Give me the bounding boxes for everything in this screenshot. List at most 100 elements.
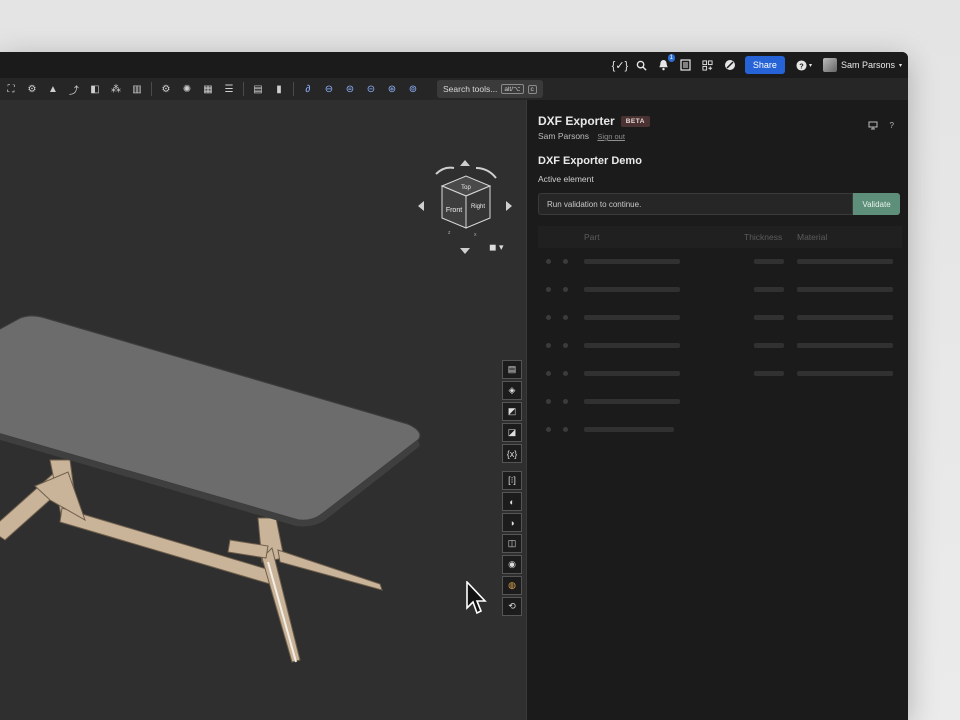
material-icon[interactable]: ◍ [502, 576, 522, 595]
row-checkbox[interactable] [546, 371, 551, 376]
bell-icon[interactable]: 1 [657, 54, 675, 72]
top-bar: {✓} 1 Share ? ▾ Sam Parsons ▾ [0, 52, 908, 78]
row-part-placeholder [584, 287, 680, 292]
user-menu[interactable]: Sam Parsons ▾ [822, 58, 902, 72]
sign-out-link[interactable]: Sign out [597, 132, 625, 141]
row-thickness-placeholder [754, 259, 784, 264]
row-visibility-icon[interactable] [563, 427, 568, 432]
script-icon[interactable]: [⁝] [502, 471, 522, 490]
eraser-icon[interactable]: ◪ [502, 423, 522, 442]
shell-tool-icon[interactable]: ⊝ [364, 82, 378, 96]
surface-tool-icon[interactable]: ⊖ [322, 82, 336, 96]
search-icon[interactable] [635, 58, 649, 72]
toolbar-divider [151, 82, 152, 96]
row-thickness-placeholder [754, 287, 784, 292]
axis-z-label: z [448, 230, 451, 236]
row-checkbox[interactable] [546, 315, 551, 320]
sync-icon[interactable]: ⟲ [502, 597, 522, 616]
gear-tool-icon[interactable]: ⚙ [25, 82, 39, 96]
share-button[interactable]: Share [744, 56, 785, 74]
row-thickness-placeholder [754, 371, 784, 376]
row-visibility-icon[interactable] [563, 287, 568, 292]
variable-icon[interactable]: {x} [502, 444, 522, 463]
sheet-tool-icon[interactable]: ▤ [251, 82, 265, 96]
monitor-icon[interactable] [868, 121, 878, 132]
table-row[interactable] [538, 416, 902, 444]
document-icon[interactable] [679, 58, 693, 72]
panel-user-name: Sam Parsons [538, 131, 590, 141]
fillet-tool-icon[interactable]: ⊛ [385, 82, 399, 96]
row-part-placeholder [584, 259, 680, 264]
shading-icon[interactable]: ◉ [502, 555, 522, 574]
cube-top-label: Top [461, 185, 471, 191]
globe-icon[interactable] [723, 58, 737, 72]
row-visibility-icon[interactable] [563, 259, 568, 264]
table-row[interactable] [538, 388, 902, 416]
row-checkbox[interactable] [546, 427, 551, 432]
appearance-icon[interactable]: ◈ [502, 381, 522, 400]
toolbar-divider [293, 82, 294, 96]
panel-header: DXF Exporter BETA [538, 114, 650, 128]
row-material-placeholder [797, 287, 893, 292]
validate-button[interactable]: Validate [853, 193, 900, 215]
row-checkbox[interactable] [546, 287, 551, 292]
view-cube[interactable]: Top Front Right z x [414, 156, 524, 261]
settings-tool-icon[interactable]: ⚙ [159, 82, 173, 96]
apps-icon[interactable] [701, 58, 715, 72]
select-tool-icon[interactable]: ⛶ [4, 82, 18, 96]
row-thickness-placeholder [754, 315, 784, 320]
cube-front-label: Front [446, 207, 462, 214]
row-visibility-icon[interactable] [563, 371, 568, 376]
view-options-dropdown[interactable]: ◼ ▾ [489, 242, 504, 253]
row-checkbox[interactable] [546, 343, 551, 348]
row-part-placeholder [584, 343, 680, 348]
search-tools-label: Search tools... [443, 84, 498, 94]
loft-tool-icon[interactable]: ⊜ [343, 82, 357, 96]
render-icon[interactable]: ◑ [502, 513, 522, 532]
help-icon[interactable]: ? ▾ [793, 58, 815, 72]
3d-viewport[interactable]: Top Front Right z x ◼ ▾ ▤ ◈ ◩ ◪ {x} [⁝] … [0, 100, 526, 720]
row-material-placeholder [797, 259, 893, 264]
table-row[interactable] [538, 360, 902, 388]
globe-tool-icon[interactable]: ◐ [502, 492, 522, 511]
chamfer-tool-icon[interactable]: ⊚ [406, 82, 420, 96]
parts-list-icon[interactable]: ▤ [502, 360, 522, 379]
row-visibility-icon[interactable] [563, 343, 568, 348]
extrude-tool-icon[interactable]: ▲ [46, 82, 60, 96]
row-visibility-icon[interactable] [563, 399, 568, 404]
axis-x-label: x [474, 232, 477, 238]
helix-tool-icon[interactable]: ∂ [301, 82, 315, 96]
table-body [538, 248, 902, 444]
pattern-tool-icon[interactable]: ⁂ [109, 82, 123, 96]
mirror-tool-icon[interactable]: ◧ [88, 82, 102, 96]
view-tool-strip: ▤ ◈ ◩ ◪ {x} [⁝] ◐ ◑ ◫ ◉ ◍ ⟲ [502, 360, 522, 616]
chevron-down-icon: ▾ [898, 62, 902, 69]
layers-tool-icon[interactable]: ☰ [222, 82, 236, 96]
measure-tool-icon[interactable]: ▮ [272, 82, 286, 96]
row-checkbox[interactable] [546, 399, 551, 404]
shortcut-keys: alt/⌥ [501, 84, 524, 94]
table-row[interactable] [538, 304, 902, 332]
mate-icon[interactable]: ◩ [502, 402, 522, 421]
book-tool-icon[interactable]: ▥ [130, 82, 144, 96]
row-visibility-icon[interactable] [563, 315, 568, 320]
stack-icon[interactable]: ◫ [502, 534, 522, 553]
user-name: Sam Parsons [840, 60, 895, 70]
panel-user-row: Sam Parsons Sign out [538, 131, 625, 141]
row-material-placeholder [797, 343, 893, 348]
cube-right-label: Right [471, 204, 485, 210]
search-tools-input[interactable]: Search tools... alt/⌥ c [437, 80, 543, 98]
panel-actions: ? [868, 121, 894, 132]
row-checkbox[interactable] [546, 259, 551, 264]
cog-tool-icon[interactable]: ✺ [180, 82, 194, 96]
sweep-tool-icon[interactable]: ⤴ [67, 82, 81, 97]
panel-help-icon[interactable]: ? [890, 121, 894, 132]
notification-badge: 1 [667, 54, 675, 62]
table-row[interactable] [538, 276, 902, 304]
variables-icon[interactable]: {✓} [612, 58, 629, 72]
table-row[interactable] [538, 332, 902, 360]
avatar [822, 58, 837, 72]
grid-tool-icon[interactable]: ▦ [201, 82, 215, 96]
shortcut-letter: c [527, 84, 537, 94]
table-row[interactable] [538, 248, 902, 276]
